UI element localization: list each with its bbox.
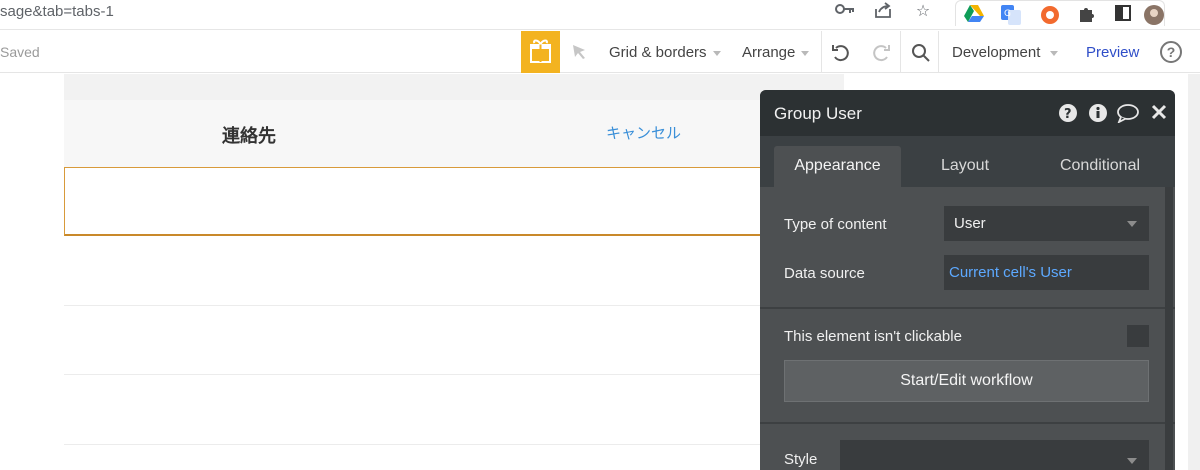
canvas-scrollbar[interactable]: [1188, 74, 1200, 470]
panel-section-divider: [760, 422, 1175, 424]
panel-scrollbar[interactable]: [1165, 187, 1173, 470]
development-menu[interactable]: Development: [952, 44, 1059, 61]
gift-button[interactable]: [521, 31, 560, 73]
preview-button[interactable]: Preview: [1086, 44, 1139, 61]
key-icon[interactable]: [834, 1, 856, 23]
data-source-value: Current cell's User: [949, 264, 1072, 281]
help-icon[interactable]: ?: [1160, 41, 1182, 63]
help-icon[interactable]: ?: [1058, 103, 1078, 128]
selected-group-user[interactable]: [64, 167, 764, 236]
extensions-area: G: [955, 0, 1165, 26]
start-edit-workflow-button[interactable]: Start/Edit workflow: [784, 360, 1149, 402]
google-drive-icon[interactable]: [963, 4, 985, 26]
chevron-down-icon: [1127, 221, 1137, 227]
puzzle-icon[interactable]: [1077, 4, 1099, 26]
canvas-background: [64, 74, 844, 100]
type-of-content-value: User: [954, 215, 986, 232]
star-icon[interactable]: ☆: [912, 1, 934, 23]
property-editor-panel: Group User ? Appearance Layout Condition…: [760, 90, 1175, 470]
arrange-menu[interactable]: Arrange: [742, 44, 810, 61]
toolbar-divider: [821, 31, 822, 73]
development-label: Development: [952, 44, 1041, 61]
info-icon[interactable]: [1088, 103, 1108, 128]
toolbar-divider: [938, 31, 939, 73]
profile-avatar[interactable]: [1143, 4, 1165, 26]
chevron-down-icon: [1127, 458, 1137, 464]
panel-tabs: Appearance Layout Conditional: [760, 136, 1175, 187]
save-status: Saved: [0, 44, 40, 60]
style-select[interactable]: [840, 440, 1149, 470]
type-of-content-label: Type of content: [784, 216, 887, 233]
tab-layout[interactable]: Layout: [910, 146, 1020, 187]
redo-icon[interactable]: [870, 42, 892, 69]
chevron-down-icon: [801, 50, 810, 56]
tab-appearance[interactable]: Appearance: [774, 146, 901, 187]
search-icon[interactable]: [910, 42, 932, 69]
clickable-label: This element isn't clickable: [784, 328, 962, 345]
share-icon[interactable]: [872, 1, 894, 26]
panel-header[interactable]: Group User ?: [760, 90, 1175, 136]
undo-icon[interactable]: [830, 42, 852, 69]
extension-orange-icon[interactable]: [1039, 4, 1061, 26]
grid-borders-label: Grid & borders: [609, 44, 707, 61]
chevron-down-icon: [712, 50, 721, 56]
svg-text:?: ?: [1064, 107, 1072, 122]
type-of-content-select[interactable]: User: [944, 206, 1149, 241]
data-source-field[interactable]: Current cell's User: [944, 255, 1149, 290]
pointer-icon[interactable]: [570, 42, 590, 67]
panel-section-divider: [760, 307, 1175, 309]
list-row-divider: [64, 444, 764, 445]
close-icon[interactable]: [1150, 103, 1168, 126]
panel-title: Group User: [774, 104, 862, 123]
gift-icon: [530, 39, 551, 63]
arrange-label: Arrange: [742, 44, 796, 61]
browser-toolbar: sage&tab=tabs-1 ☆ G: [0, 0, 1200, 30]
page-header-group[interactable]: 連絡先 キャンセル: [64, 100, 764, 167]
google-translate-icon[interactable]: G: [1000, 4, 1022, 26]
data-source-label: Data source: [784, 265, 865, 282]
list-row-divider: [64, 374, 764, 375]
grid-borders-menu[interactable]: Grid & borders: [609, 44, 721, 61]
list-row-divider: [64, 305, 764, 306]
comment-icon[interactable]: [1116, 103, 1140, 128]
not-clickable-checkbox[interactable]: [1127, 325, 1149, 347]
svg-text:G: G: [1004, 9, 1011, 19]
page-title: 連絡先: [222, 126, 276, 146]
cancel-button[interactable]: キャンセル: [606, 122, 681, 143]
address-bar-url[interactable]: sage&tab=tabs-1: [0, 3, 114, 20]
toolbar-divider: [900, 31, 901, 73]
tab-conditional[interactable]: Conditional: [1035, 146, 1165, 187]
chevron-down-icon: [1050, 50, 1059, 56]
window-icon[interactable]: [1114, 4, 1136, 26]
style-label: Style: [784, 451, 818, 468]
editor-toolbar: Saved Grid & borders Arrange Development…: [0, 31, 1200, 73]
